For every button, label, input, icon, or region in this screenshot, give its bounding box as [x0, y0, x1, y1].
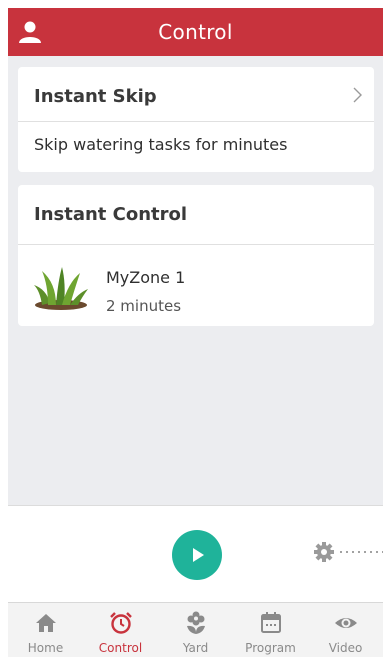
page-title: Control: [158, 20, 233, 44]
tab-label: Home: [27, 641, 64, 655]
zone-duration: 2 minutes: [106, 297, 182, 315]
instant-skip-title[interactable]: Instant Skip: [34, 86, 157, 107]
calendar-icon: [261, 612, 281, 633]
home-icon: [36, 614, 56, 632]
tab-label: Control: [98, 641, 143, 655]
tab-label: Video: [328, 641, 363, 655]
app-screen: Control Instant Skip Skip watering tasks…: [8, 8, 383, 657]
dotted-connector: [338, 551, 383, 553]
tab-yard[interactable]: Yard: [158, 603, 233, 657]
player-bar: [8, 505, 383, 602]
divider: [18, 121, 374, 122]
tab-label: Program: [245, 641, 296, 655]
top-bar: Control: [8, 8, 383, 56]
play-icon: [193, 548, 204, 562]
tab-program[interactable]: Program: [233, 603, 308, 657]
zone-name: MyZone 1: [106, 268, 186, 287]
bottom-tab-bar: Home Control Yard Program Video: [8, 602, 383, 657]
tab-video[interactable]: Video: [308, 603, 383, 657]
eye-icon: [335, 618, 357, 628]
flower-icon: [187, 611, 205, 634]
divider: [18, 244, 374, 245]
instant-control-card: Instant Control MyZone 1 2 minutes: [18, 185, 374, 326]
instant-control-title: Instant Control: [34, 204, 188, 225]
play-button[interactable]: [172, 530, 222, 580]
gear-icon[interactable]: [314, 542, 334, 562]
tab-control[interactable]: Control: [83, 603, 158, 657]
alarm-clock-icon: [110, 612, 132, 634]
tab-label: Yard: [182, 641, 209, 655]
plant-icon: [34, 267, 88, 310]
tab-home[interactable]: Home: [8, 603, 83, 657]
instant-skip-card: Instant Skip Skip watering tasks for min…: [18, 67, 374, 172]
instant-skip-description: Skip watering tasks for minutes: [34, 135, 288, 154]
chevron-right-icon[interactable]: [352, 87, 362, 103]
